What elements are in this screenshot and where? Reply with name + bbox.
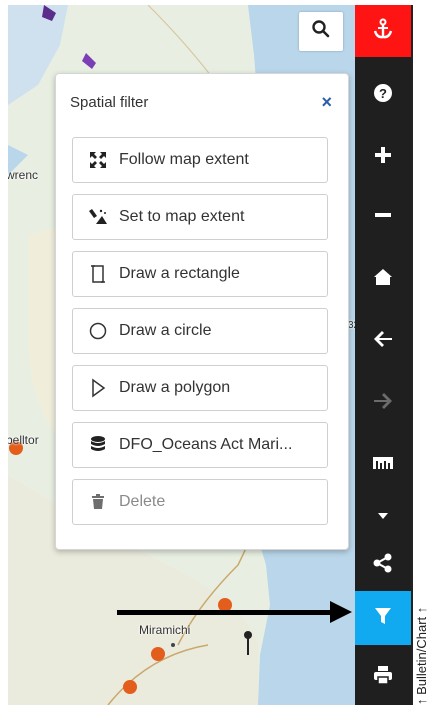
circle-icon	[87, 320, 109, 342]
close-icon[interactable]: ×	[321, 92, 332, 113]
share-button[interactable]	[355, 539, 411, 591]
caret-down-icon	[378, 506, 388, 524]
svg-text:?: ?	[379, 86, 387, 101]
set-to-map-extent-button[interactable]: Set to map extent	[72, 194, 328, 240]
follow-map-extent-label: Follow map extent	[119, 151, 249, 168]
database-icon	[87, 434, 109, 456]
home-button[interactable]	[355, 253, 411, 305]
draw-polygon-label: Draw a polygon	[119, 379, 231, 396]
layer-filter-label: DFO_Oceans Act Mari...	[119, 436, 293, 453]
panel-title: Spatial filter	[70, 94, 149, 111]
print-icon	[373, 665, 393, 690]
print-button[interactable]	[355, 651, 411, 703]
search-icon	[311, 19, 331, 44]
side-panel-tab-label: ↑ Bulletin/Chart ↑	[414, 606, 428, 705]
zoom-in-button[interactable]	[355, 131, 411, 183]
rectangle-icon	[87, 263, 109, 285]
polygon-icon	[87, 377, 109, 399]
draw-circle-label: Draw a circle	[119, 322, 212, 339]
draw-rectangle-label: Draw a rectangle	[119, 265, 240, 282]
set-to-map-extent-label: Set to map extent	[119, 208, 245, 225]
measure-button[interactable]	[355, 439, 411, 491]
ruler-icon	[372, 456, 394, 475]
minus-icon	[374, 206, 392, 229]
spatial-filter-panel: Spatial filter × Follow map extent Set t…	[55, 73, 349, 550]
home-icon	[373, 268, 393, 291]
plus-icon	[374, 146, 392, 169]
previous-extent-button[interactable]	[355, 315, 411, 367]
annotation-arrow-line	[117, 610, 335, 615]
spatial-filter-button[interactable]	[355, 591, 411, 645]
delete-button[interactable]: Delete	[72, 479, 328, 525]
question-circle-icon: ?	[373, 83, 393, 108]
delete-label: Delete	[119, 493, 166, 510]
annotation-arrow-head	[330, 601, 352, 623]
side-panel-tab[interactable]: ↑ Bulletin/Chart ↑	[411, 5, 428, 705]
map-label-wrenc: wrenc	[8, 168, 39, 182]
trash-icon	[87, 491, 109, 513]
filter-icon	[374, 607, 392, 630]
anchor-icon	[372, 18, 394, 45]
draw-rectangle-button[interactable]: Draw a rectangle	[72, 251, 328, 297]
more-button[interactable]	[355, 489, 411, 541]
share-icon	[373, 553, 393, 578]
map-label-route: 32	[348, 320, 355, 331]
arrow-left-icon	[373, 330, 393, 353]
layer-filter-button[interactable]: DFO_Oceans Act Mari...	[72, 422, 328, 468]
draw-polygon-button[interactable]: Draw a polygon	[72, 365, 328, 411]
follow-map-extent-button[interactable]: Follow map extent	[72, 137, 328, 183]
search-button[interactable]	[299, 12, 343, 51]
anchor-button[interactable]	[355, 5, 411, 57]
map-label-belltor: belltor	[8, 433, 39, 447]
zoom-out-button[interactable]	[355, 191, 411, 243]
map-label-miramichi: Miramichi	[139, 623, 191, 637]
map-toolbar: ?	[355, 5, 411, 705]
next-extent-button[interactable]	[355, 377, 411, 429]
arrow-right-icon	[373, 392, 393, 415]
help-button[interactable]: ?	[355, 69, 411, 121]
draw-circle-button[interactable]: Draw a circle	[72, 308, 328, 354]
magic-wand-icon	[87, 206, 109, 228]
expand-arrows-icon	[87, 149, 109, 171]
